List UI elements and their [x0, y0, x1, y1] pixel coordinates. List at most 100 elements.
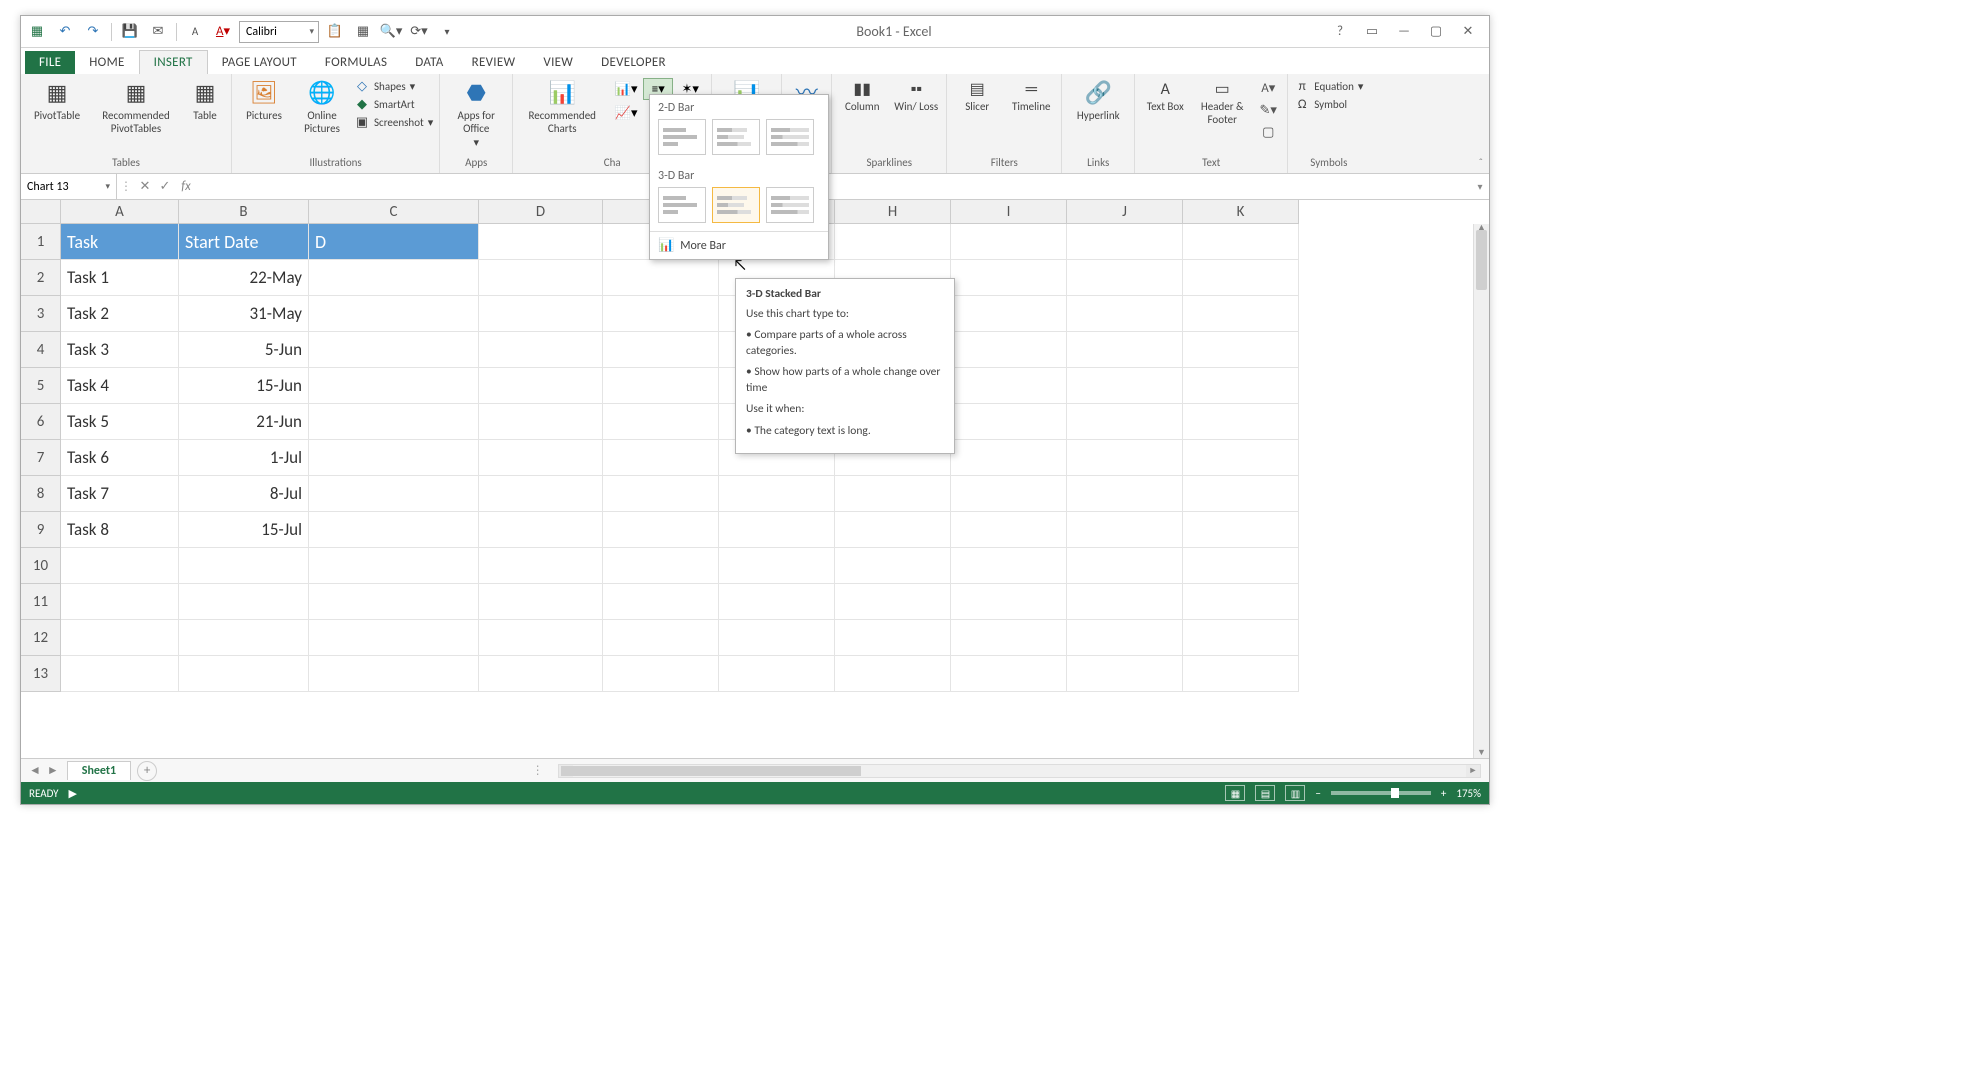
row-header-8[interactable]: 8: [21, 476, 61, 512]
cell-J8[interactable]: [1067, 476, 1183, 512]
expand-formula-bar-icon[interactable]: ▾: [1471, 180, 1489, 193]
cell-I2[interactable]: [951, 260, 1067, 296]
cell-B11[interactable]: [179, 584, 309, 620]
font-color-icon[interactable]: A▾: [211, 20, 235, 44]
cell-B6[interactable]: 21-Jun: [179, 404, 309, 440]
cell-J3[interactable]: [1067, 296, 1183, 332]
cell-A8[interactable]: Task 7: [61, 476, 179, 512]
redo-icon[interactable]: ↷: [81, 20, 105, 44]
collapse-ribbon-icon[interactable]: ˆ: [1479, 156, 1483, 169]
view-page-layout-icon[interactable]: ▤: [1255, 785, 1275, 801]
tab-view[interactable]: VIEW: [529, 51, 587, 74]
bar-2d-stacked[interactable]: [712, 119, 760, 155]
vscroll-thumb[interactable]: [1476, 230, 1487, 290]
cell-K13[interactable]: [1183, 656, 1299, 692]
symbol-button[interactable]: ΩSymbol: [1294, 96, 1363, 112]
apps-for-office-button[interactable]: ⬣Apps for Office ▾: [446, 78, 506, 150]
cell-F2[interactable]: [603, 260, 719, 296]
row-header-5[interactable]: 5: [21, 368, 61, 404]
smartart-button[interactable]: ◆SmartArt: [354, 96, 433, 112]
cell-F4[interactable]: [603, 332, 719, 368]
cell-J5[interactable]: [1067, 368, 1183, 404]
cell-D8[interactable]: [479, 476, 603, 512]
sheet-nav-next-icon[interactable]: ►: [47, 763, 59, 778]
col-header-I[interactable]: I: [951, 200, 1067, 224]
col-header-A[interactable]: A: [61, 200, 179, 224]
cell-C4[interactable]: [309, 332, 479, 368]
cell-G8[interactable]: [719, 476, 835, 512]
tab-page-layout[interactable]: PAGE LAYOUT: [208, 51, 311, 74]
row-header-9[interactable]: 9: [21, 512, 61, 548]
cell-B8[interactable]: 8-Jul: [179, 476, 309, 512]
clipboard-icon[interactable]: 📋: [323, 20, 347, 44]
col-header-C[interactable]: C: [309, 200, 479, 224]
row-header-7[interactable]: 7: [21, 440, 61, 476]
cell-K2[interactable]: [1183, 260, 1299, 296]
cell-C2[interactable]: [309, 260, 479, 296]
cell-A11[interactable]: [61, 584, 179, 620]
cell-K6[interactable]: [1183, 404, 1299, 440]
cell-C5[interactable]: [309, 368, 479, 404]
font-size-decrease-icon[interactable]: A: [183, 20, 207, 44]
cell-C10[interactable]: [309, 548, 479, 584]
view-normal-icon[interactable]: ▦: [1225, 785, 1245, 801]
enter-formula-icon[interactable]: ✓: [155, 179, 175, 194]
textbox-button[interactable]: AText Box: [1141, 78, 1189, 113]
cell-K1[interactable]: [1183, 224, 1299, 260]
hscroll-thumb[interactable]: [561, 766, 861, 776]
cell-D4[interactable]: [479, 332, 603, 368]
sheet-tab-sheet1[interactable]: Sheet1: [67, 761, 131, 780]
name-box[interactable]: Chart 13: [21, 174, 117, 199]
row-header-2[interactable]: 2: [21, 260, 61, 296]
col-header-H[interactable]: H: [835, 200, 951, 224]
cell-K4[interactable]: [1183, 332, 1299, 368]
cell-F13[interactable]: [603, 656, 719, 692]
cell-H11[interactable]: [835, 584, 951, 620]
cell-A3[interactable]: Task 2: [61, 296, 179, 332]
cell-F3[interactable]: [603, 296, 719, 332]
view-page-break-icon[interactable]: ▥: [1285, 785, 1305, 801]
tab-formulas[interactable]: FORMULAS: [311, 51, 401, 74]
cell-D7[interactable]: [479, 440, 603, 476]
row-header-12[interactable]: 12: [21, 620, 61, 656]
select-all-corner[interactable]: [21, 200, 61, 224]
slicer-button[interactable]: ▤Slicer: [953, 78, 1001, 113]
row-header-13[interactable]: 13: [21, 656, 61, 692]
excel-icon[interactable]: ▦: [25, 20, 49, 44]
shapes-button[interactable]: ◇Shapes ▾: [354, 78, 433, 94]
cell-C3[interactable]: [309, 296, 479, 332]
cell-C13[interactable]: [309, 656, 479, 692]
cell-C9[interactable]: [309, 512, 479, 548]
maximize-icon[interactable]: ▢: [1425, 21, 1447, 43]
scroll-down-icon[interactable]: ▼: [1474, 747, 1489, 758]
zoom-out-icon[interactable]: −: [1315, 787, 1320, 800]
zoom-slider[interactable]: [1331, 791, 1431, 795]
cell-F10[interactable]: [603, 548, 719, 584]
hyperlink-button[interactable]: 🔗Hyperlink: [1068, 78, 1128, 123]
cell-I3[interactable]: [951, 296, 1067, 332]
timeline-button[interactable]: ═Timeline: [1007, 78, 1055, 113]
cell-C1[interactable]: D: [309, 224, 479, 260]
cell-B4[interactable]: 5-Jun: [179, 332, 309, 368]
zoom-in-icon[interactable]: +: [1441, 787, 1446, 800]
object-icon[interactable]: ▢: [1255, 122, 1281, 142]
cell-K9[interactable]: [1183, 512, 1299, 548]
cell-H13[interactable]: [835, 656, 951, 692]
cell-K12[interactable]: [1183, 620, 1299, 656]
cell-G9[interactable]: [719, 512, 835, 548]
vertical-scrollbar[interactable]: ▲ ▼: [1473, 224, 1489, 758]
table-button[interactable]: ▦Table: [185, 78, 225, 123]
cell-I8[interactable]: [951, 476, 1067, 512]
cell-D12[interactable]: [479, 620, 603, 656]
bar-3d-stacked[interactable]: [712, 187, 760, 223]
email-icon[interactable]: ✉: [146, 20, 170, 44]
cell-A7[interactable]: Task 6: [61, 440, 179, 476]
cell-I9[interactable]: [951, 512, 1067, 548]
cell-G10[interactable]: [719, 548, 835, 584]
cell-A5[interactable]: Task 4: [61, 368, 179, 404]
close-icon[interactable]: ✕: [1457, 21, 1479, 43]
tab-insert[interactable]: INSERT: [139, 50, 208, 74]
cell-J12[interactable]: [1067, 620, 1183, 656]
equation-button[interactable]: πEquation ▾: [1294, 78, 1363, 94]
cell-D13[interactable]: [479, 656, 603, 692]
